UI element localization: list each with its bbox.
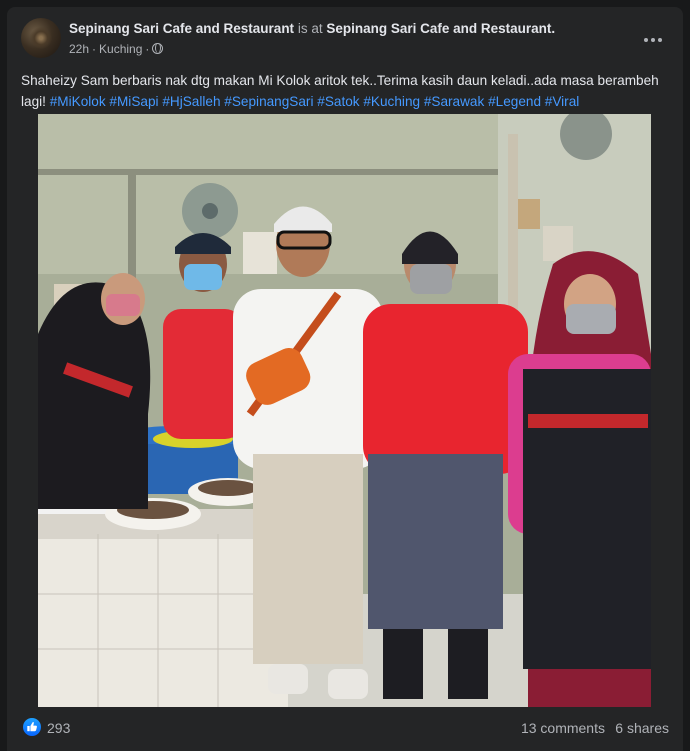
post-header: Sepinang Sari Cafe and Restaurant is at … bbox=[21, 18, 669, 62]
hashtag-link[interactable]: #Sarawak bbox=[424, 94, 484, 109]
author-name[interactable]: Sepinang Sari Cafe and Restaurant bbox=[69, 21, 294, 36]
hashtag-link[interactable]: #HjSalleh bbox=[162, 94, 220, 109]
more-horizontal-icon bbox=[644, 38, 648, 42]
like-thumb-icon[interactable] bbox=[23, 718, 41, 736]
checkin-location[interactable]: Sepinang Sari Cafe and Restaurant. bbox=[326, 21, 555, 36]
post-photo[interactable] bbox=[38, 114, 651, 707]
hashtag-link[interactable]: #Kuching bbox=[363, 94, 420, 109]
post-place[interactable]: Kuching bbox=[99, 42, 142, 56]
hashtag-link[interactable]: #SepinangSari bbox=[224, 94, 313, 109]
hashtag-link[interactable]: #Legend bbox=[488, 94, 541, 109]
photo-illustration bbox=[38, 114, 651, 707]
like-thumb-glyph bbox=[27, 722, 37, 732]
meta-separator: · bbox=[92, 42, 97, 56]
checkin-text: is at bbox=[297, 21, 323, 36]
author-line: Sepinang Sari Cafe and Restaurant is at … bbox=[69, 21, 555, 36]
hashtag-link[interactable]: #Viral bbox=[545, 94, 580, 109]
comments-count[interactable]: 13 comments bbox=[521, 720, 605, 736]
meta-separator: · bbox=[145, 42, 150, 56]
more-dot bbox=[658, 38, 662, 42]
page-avatar[interactable] bbox=[21, 18, 61, 58]
hashtag-link[interactable]: #MiSapi bbox=[109, 94, 158, 109]
post-caption: Shaheizy Sam berbaris nak dtg makan Mi K… bbox=[21, 70, 671, 112]
hashtag-link[interactable]: #Satok bbox=[317, 94, 359, 109]
post-time[interactable]: 22h bbox=[69, 42, 89, 56]
more-dot bbox=[651, 38, 655, 42]
post-card: Sepinang Sari Cafe and Restaurant is at … bbox=[7, 7, 683, 751]
post-footer: 293 13 comments 6 shares bbox=[7, 707, 683, 751]
globe-icon bbox=[152, 43, 164, 54]
reaction-count[interactable]: 293 bbox=[47, 720, 70, 736]
hashtag-link[interactable]: #MiKolok bbox=[50, 94, 106, 109]
shares-count[interactable]: 6 shares bbox=[615, 720, 669, 736]
post-meta: 22h · Kuching · bbox=[69, 42, 164, 56]
more-options-button[interactable] bbox=[637, 24, 669, 56]
